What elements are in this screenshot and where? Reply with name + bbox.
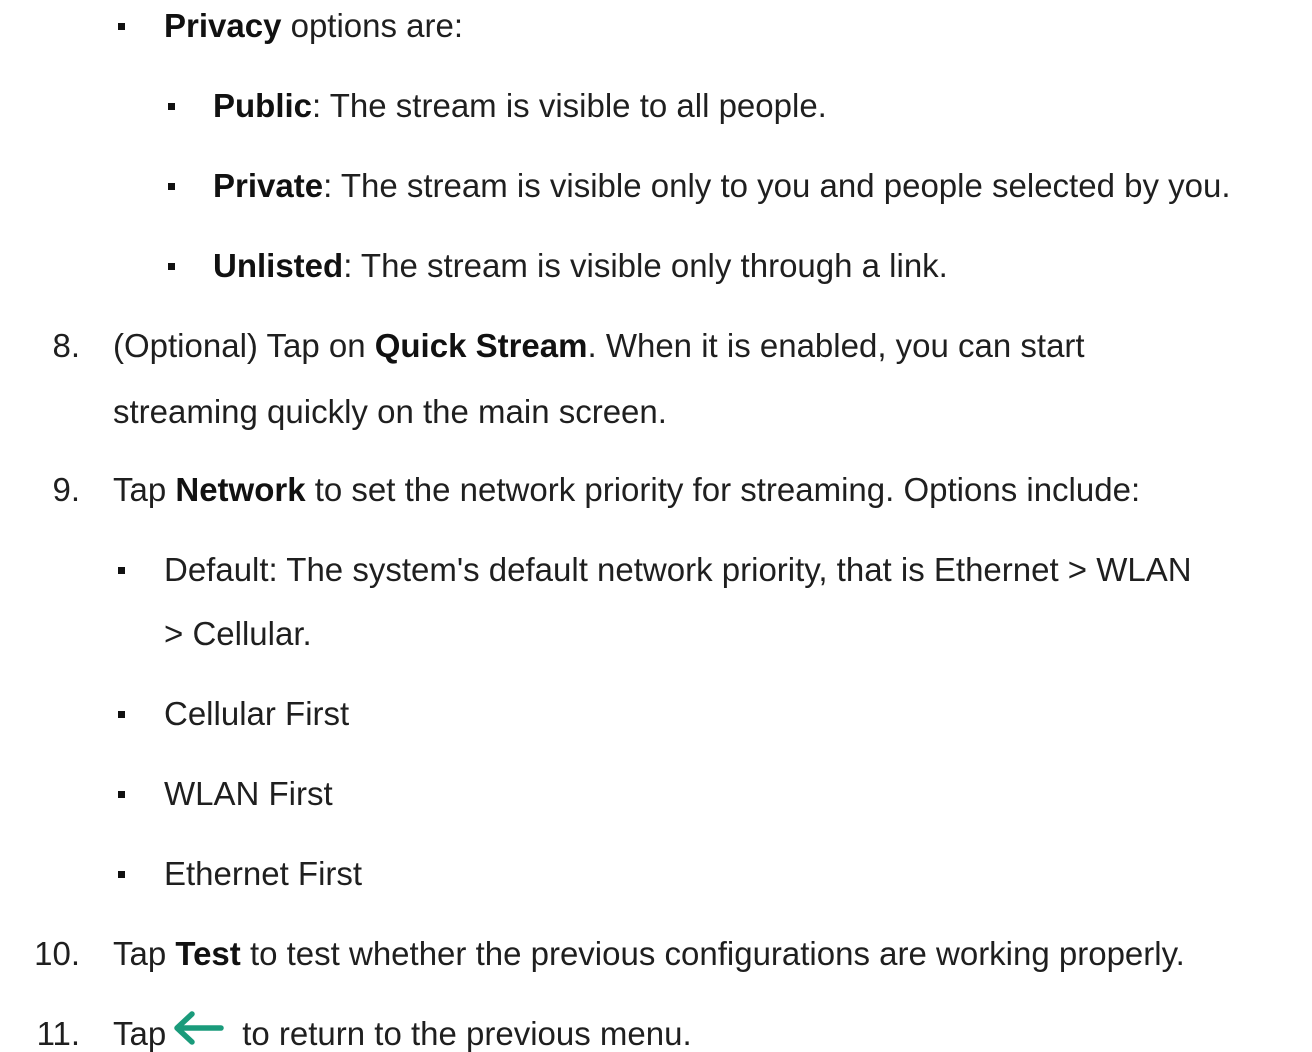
bullet [118,567,125,574]
privacy-option-public: Public: The stream is visible to all peo… [213,86,827,126]
step-text-prefix: Tap [113,935,176,972]
option-label: Public [213,87,313,124]
step-bold: Quick Stream [374,327,588,364]
step-number: 8. [52,327,80,364]
network-option-default-line2: > Cellular. [164,615,312,652]
bullet [118,711,125,718]
network-option: WLAN First [164,775,333,812]
bullet [118,791,125,798]
network-option: Cellular First [164,695,350,732]
bullet [168,183,175,190]
step-text-suffix: to set the network priority for streamin… [305,471,1141,508]
option-label: Unlisted [213,247,344,284]
step-text-suffix: to return to the previous menu. [242,1015,692,1052]
bullet [168,103,175,110]
option-desc: : The stream is visible only to you and … [323,167,1231,204]
network-option: Ethernet First [164,855,363,892]
privacy-rest: options are: [281,7,464,44]
step-bold: Network [175,471,306,508]
privacy-heading: Privacy options are: [164,6,463,46]
bullet [118,871,125,878]
step-8-text-line2: streaming quickly on the main screen. [113,393,667,430]
step-8-text: (Optional) Tap on Quick Stream. When it … [113,326,1085,366]
privacy-label: Privacy [164,7,282,44]
step-11-text: Tap to return to the previous menu. [113,1011,692,1052]
option-desc: : The stream is visible to all people. [312,87,827,124]
step-number: 9. [52,471,80,508]
step-text-suffix: . When it is enabled, you can start [587,327,1085,364]
step-text-prefix: Tap [113,1015,167,1052]
step-text-prefix: Tap [113,471,176,508]
step-number: 10. [34,935,80,972]
bullet [118,23,125,30]
step-number: 11. [36,1015,80,1052]
step-text-prefix: (Optional) Tap on [113,327,375,364]
option-label: Private [213,167,324,204]
option-desc: : The stream is visible only through a l… [343,247,948,284]
step-9-text: Tap Network to set the network priority … [113,470,1140,510]
privacy-option-unlisted: Unlisted: The stream is visible only thr… [213,246,948,286]
step-bold: Test [175,935,241,972]
bullet [168,263,175,270]
back-arrow-icon [172,1010,224,1052]
step-text-suffix: to test whether the previous configurati… [240,935,1185,972]
network-option-default: Default: The system's default network pr… [164,551,1192,588]
privacy-option-private: Private: The stream is visible only to y… [213,166,1230,206]
step-10-text: Tap Test to test whether the previous co… [113,934,1185,974]
